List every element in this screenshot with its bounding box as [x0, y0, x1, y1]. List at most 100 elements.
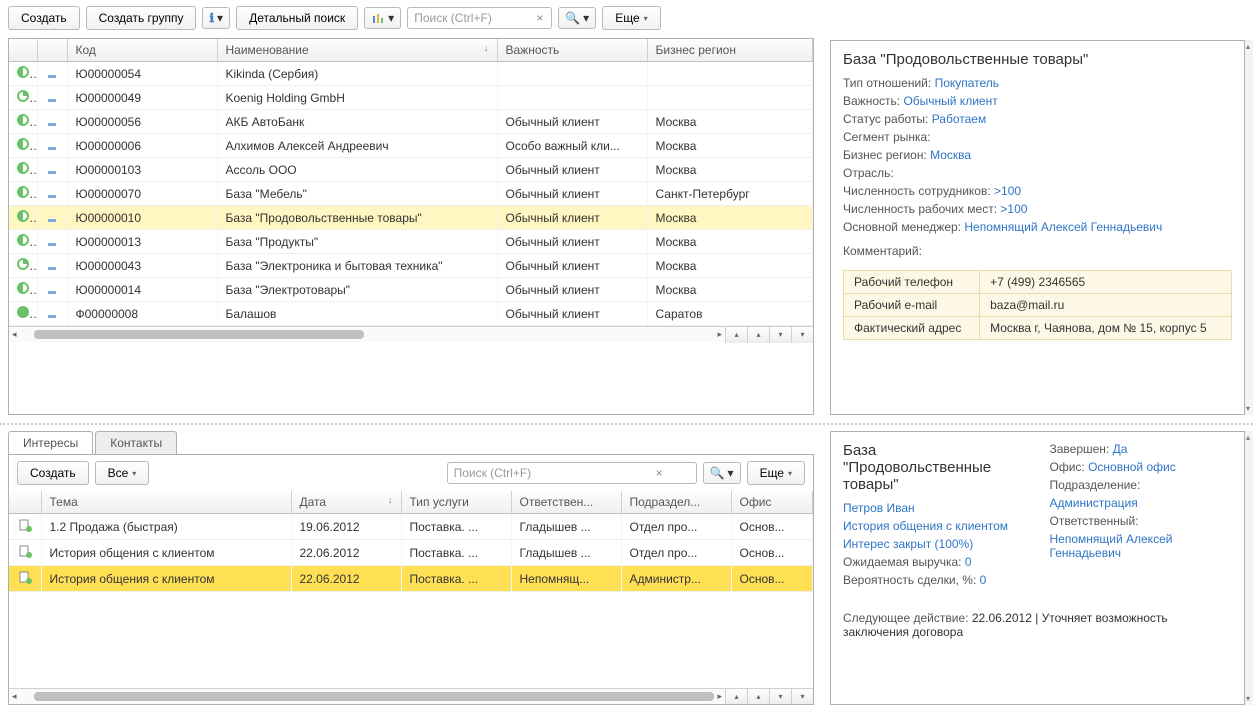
scroll-right-button[interactable]: ▸: [714, 329, 725, 340]
col-responsible[interactable]: Ответствен...: [511, 491, 621, 514]
chevron-down-icon: ▾: [217, 11, 223, 25]
sort-arrow-icon: ↓: [484, 43, 489, 54]
importance-cell: Обычный клиент: [497, 158, 647, 182]
scroll-down-icon[interactable]: ▾: [1246, 694, 1250, 703]
table-row[interactable]: История общения с клиентом 22.06.2012 По…: [9, 540, 813, 566]
dept-link[interactable]: Администрация: [1050, 496, 1138, 510]
col-department[interactable]: Подраздел...: [621, 491, 731, 514]
office-cell: Основ...: [731, 566, 813, 592]
search-input[interactable]: [412, 10, 532, 26]
comment-label: Комментарий:: [843, 244, 922, 258]
scroll-right-button[interactable]: ▸: [714, 691, 725, 702]
report-dropdown-button[interactable]: ▾: [364, 7, 401, 29]
more-label: Еще: [615, 11, 639, 25]
resp-link[interactable]: Непомнящий Алексей Геннадьевич: [1050, 532, 1173, 560]
search-box[interactable]: ×: [407, 7, 552, 29]
right-scrollbar-bottom[interactable]: ▴ ▾: [1245, 431, 1253, 705]
status-icon: [17, 114, 29, 126]
department-cell: Отдел про...: [621, 540, 731, 566]
scroll-left-button[interactable]: ◂: [9, 691, 20, 702]
create-button[interactable]: Создать: [8, 6, 80, 30]
name-cell: База "Мебель": [217, 182, 497, 206]
importance-link[interactable]: Обычный клиент: [903, 94, 997, 108]
sub-more-button[interactable]: Еще ▾: [747, 461, 805, 485]
scroll-down-icon[interactable]: ▾: [1246, 404, 1250, 413]
staff-link[interactable]: >100: [994, 184, 1021, 198]
scroll-up-icon[interactable]: ▴: [1246, 42, 1250, 51]
table-row[interactable]: Ю00000010 База "Продовольственные товары…: [9, 206, 813, 230]
more-button[interactable]: Еще ▾: [602, 6, 660, 30]
info-dropdown-button[interactable]: ℹ ▾: [202, 7, 230, 29]
tab-contacts[interactable]: Контакты: [95, 431, 177, 454]
col-date[interactable]: Дата↓: [291, 491, 401, 514]
office-link[interactable]: Основной офис: [1088, 460, 1176, 474]
table-row[interactable]: Ю00000014 База "Электротовары" Обычный к…: [9, 278, 813, 302]
col-importance[interactable]: Важность: [497, 39, 647, 62]
table-row[interactable]: Ю00000049 Koenig Holding GmbH: [9, 86, 813, 110]
table-row[interactable]: Ю00000013 База "Продукты" Обычный клиент…: [9, 230, 813, 254]
sub-search-input[interactable]: [452, 465, 652, 481]
importance-cell: Обычный клиент: [497, 278, 647, 302]
pager-down-button[interactable]: ▾: [769, 327, 791, 343]
table-row[interactable]: Ю00000054 Kikinda (Сербия): [9, 62, 813, 86]
filter-all-button[interactable]: Все ▾: [95, 461, 150, 485]
chevron-down-icon: ▾: [388, 11, 394, 25]
table-row[interactable]: Ф00000008 Балашов Обычный клиент Саратов: [9, 302, 813, 326]
manager-label: Основной менеджер:: [843, 220, 961, 234]
pager-up-button[interactable]: ▴: [747, 327, 769, 343]
manager-link[interactable]: Непомнящий Алексей Геннадьевич: [964, 220, 1162, 234]
pager-last-button[interactable]: ▾: [791, 689, 813, 705]
col-name[interactable]: Наименование↓: [217, 39, 497, 62]
table-row[interactable]: Ю00000006 Алхимов Алексей Андреевич Особ…: [9, 134, 813, 158]
pager-down-button[interactable]: ▾: [769, 689, 791, 705]
workplaces-link[interactable]: >100: [1000, 202, 1027, 216]
chevron-down-icon: ▾: [583, 11, 589, 25]
expected-value[interactable]: 0: [965, 555, 972, 569]
region-link[interactable]: Москва: [930, 148, 971, 162]
scroll-up-icon[interactable]: ▴: [1246, 433, 1250, 442]
right-scrollbar[interactable]: ▴ ▾: [1245, 40, 1253, 415]
document-icon: [18, 518, 32, 532]
col-topic[interactable]: Тема: [41, 491, 291, 514]
pager-last-button[interactable]: ▾: [791, 327, 813, 343]
pager-up-button[interactable]: ▴: [747, 689, 769, 705]
table-row[interactable]: Ю00000103 Ассоль ООО Обычный клиент Моск…: [9, 158, 813, 182]
search-button[interactable]: 🔍 ▾: [558, 7, 596, 29]
col-service[interactable]: Тип услуги: [401, 491, 511, 514]
table-row[interactable]: Ю00000056 АКБ АвтоБанк Обычный клиент Мо…: [9, 110, 813, 134]
relation-type-link[interactable]: Покупатель: [935, 76, 999, 90]
interest-status-link[interactable]: Интерес закрыт (100%): [843, 537, 973, 551]
tab-interests[interactable]: Интересы: [8, 431, 93, 454]
col-marker[interactable]: [37, 39, 67, 62]
clear-search-button[interactable]: ×: [532, 11, 547, 25]
completed-value[interactable]: Да: [1113, 442, 1128, 456]
interest-person-link[interactable]: Петров Иван: [843, 501, 915, 515]
scroll-thumb[interactable]: [34, 330, 364, 339]
create-group-button[interactable]: Создать группу: [86, 6, 197, 30]
relation-type-label: Тип отношений:: [843, 76, 931, 90]
col-code[interactable]: Код: [67, 39, 217, 62]
scroll-thumb[interactable]: [34, 692, 714, 701]
sub-clear-search-button[interactable]: ×: [652, 466, 667, 480]
table-row[interactable]: Ю00000070 База "Мебель" Обычный клиент С…: [9, 182, 813, 206]
interest-history-link[interactable]: История общения с клиентом: [843, 519, 1008, 533]
col-office[interactable]: Офис: [731, 491, 813, 514]
col-region[interactable]: Бизнес регион: [647, 39, 813, 62]
pager-first-button[interactable]: ▴: [725, 689, 747, 705]
region-cell: Москва: [647, 134, 813, 158]
importance-cell: [497, 62, 647, 86]
col-icon[interactable]: [9, 491, 41, 514]
sub-create-button[interactable]: Создать: [17, 461, 89, 485]
prob-value[interactable]: 0: [980, 573, 987, 587]
sub-search-box[interactable]: ×: [447, 462, 697, 484]
table-row[interactable]: История общения с клиентом 22.06.2012 По…: [9, 566, 813, 592]
name-cell: Koenig Holding GmbH: [217, 86, 497, 110]
detail-search-button[interactable]: Детальный поиск: [236, 6, 358, 30]
col-status[interactable]: [9, 39, 37, 62]
scroll-left-button[interactable]: ◂: [9, 329, 20, 340]
sub-search-button[interactable]: 🔍 ▾: [703, 462, 741, 484]
table-row[interactable]: 1.2 Продажа (быстрая) 19.06.2012 Поставк…: [9, 514, 813, 540]
pager-first-button[interactable]: ▴: [725, 327, 747, 343]
table-row[interactable]: Ю00000043 База "Электроника и бытовая те…: [9, 254, 813, 278]
work-status-link[interactable]: Работаем: [932, 112, 987, 126]
